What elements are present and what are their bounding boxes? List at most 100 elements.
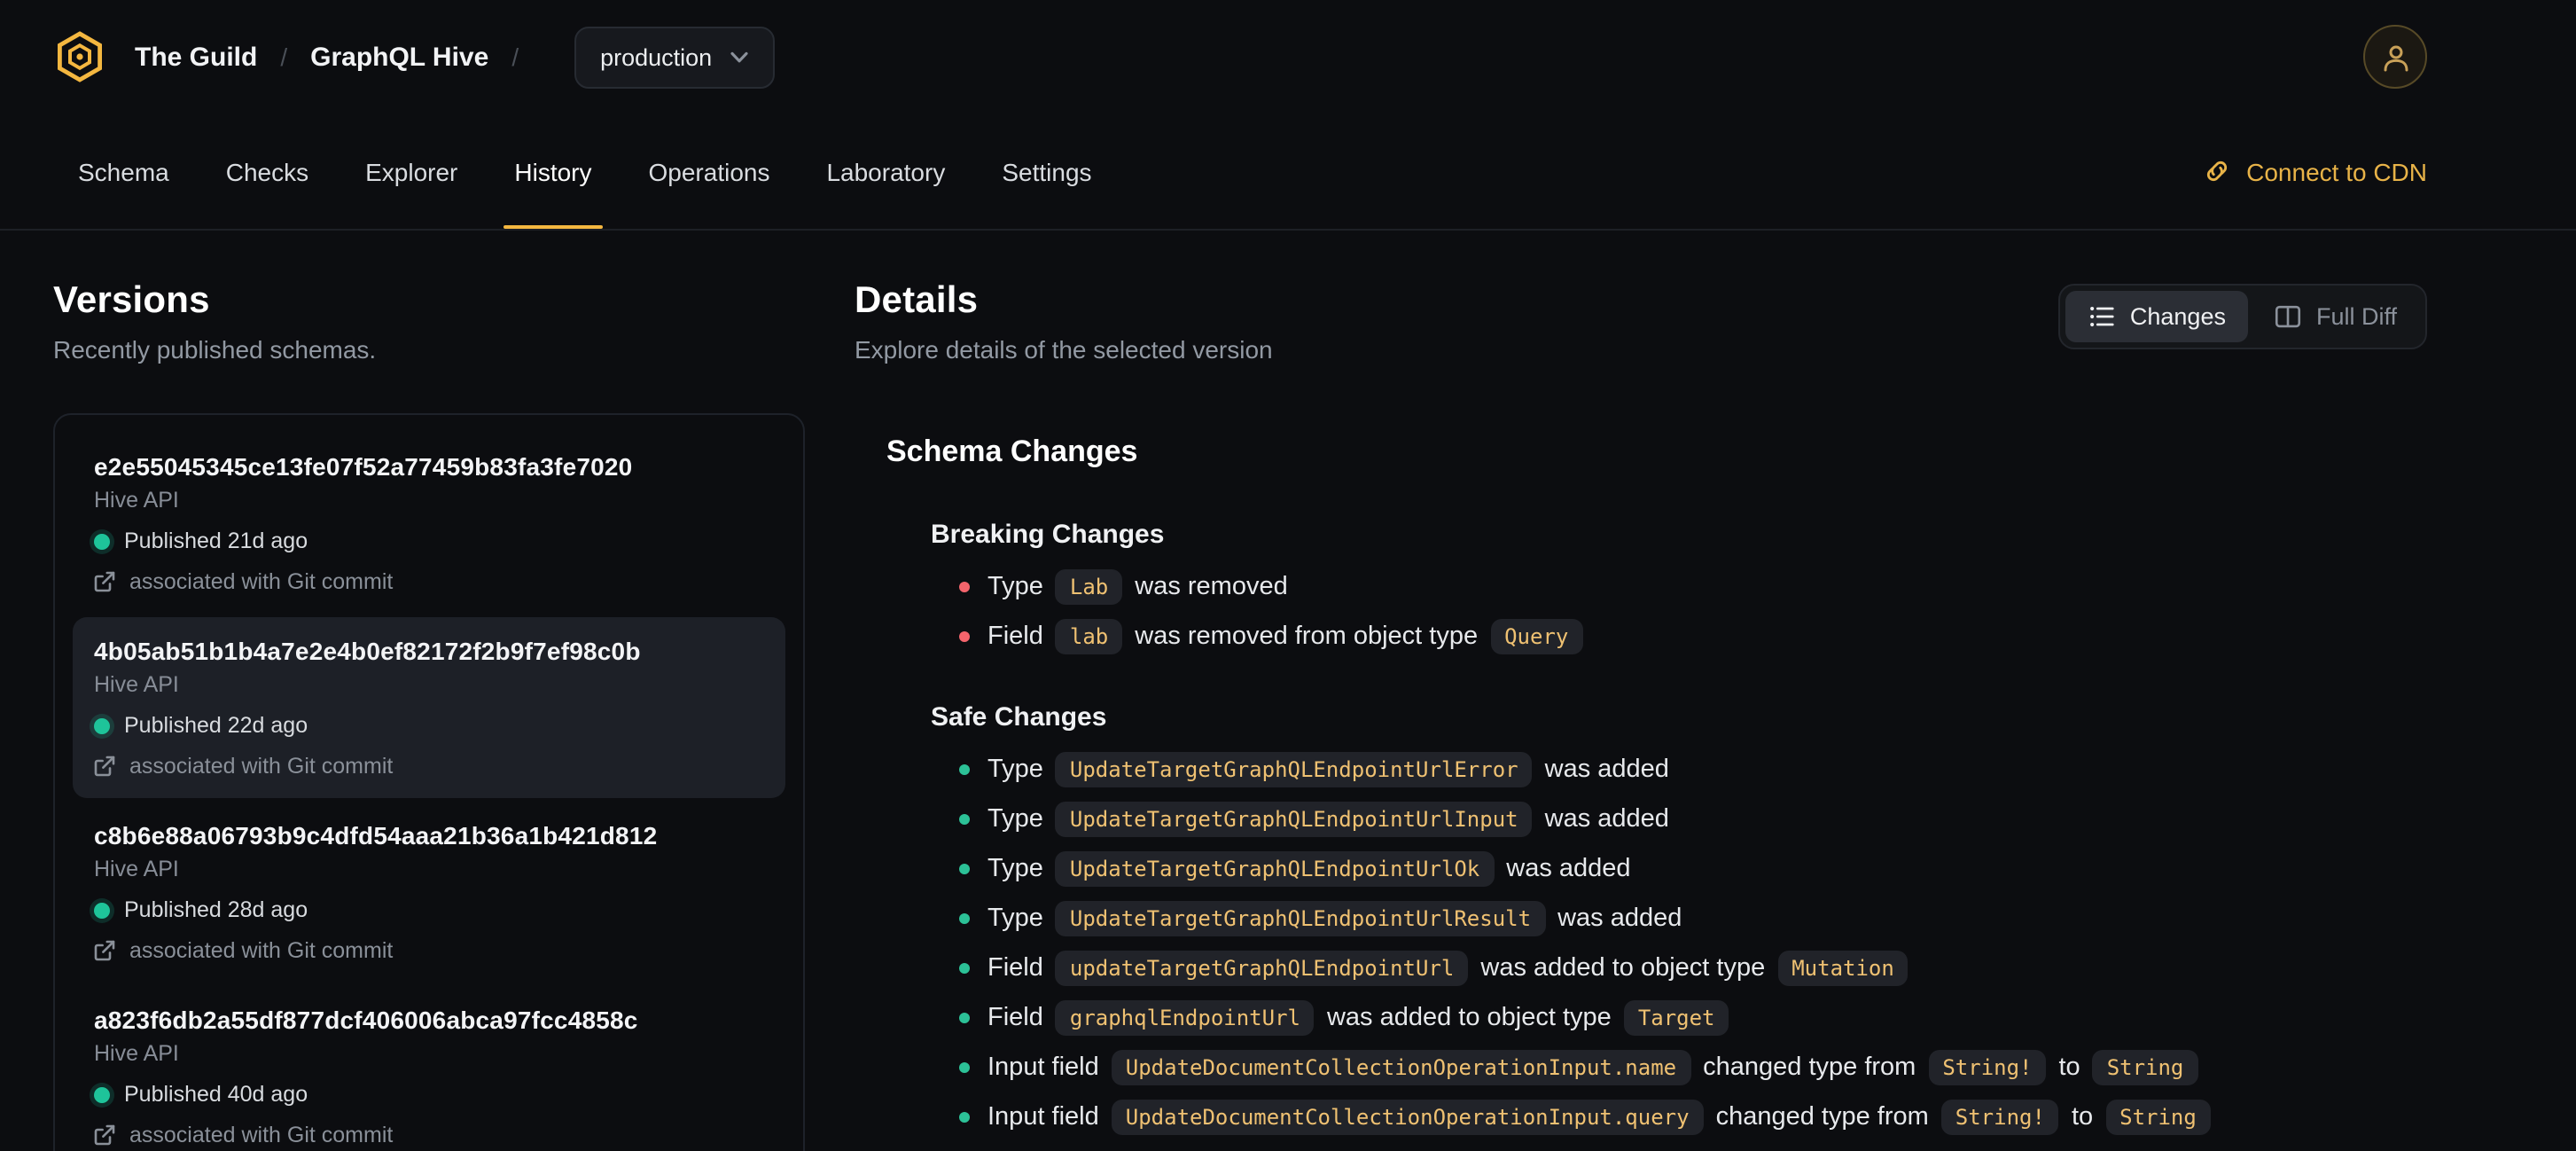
change-text: Field	[987, 1004, 1043, 1032]
columns-icon	[2275, 303, 2302, 330]
schema-coordinate-badge: UpdateTargetGraphQLEndpointUrlResult	[1055, 901, 1546, 936]
list-icon	[2089, 303, 2116, 330]
change-row: Type UpdateTargetGraphQLEndpointUrlError w…	[959, 750, 2427, 789]
chevron-down-icon	[730, 51, 747, 63]
schema-coordinate-badge: updateTargetGraphQLEndpointUrl	[1055, 951, 1469, 986]
change-text: to	[2071, 1103, 2094, 1131]
change-bullet-icon	[959, 1062, 970, 1073]
external-link-icon	[94, 571, 115, 592]
version-hash: a823f6db2a55df877dcf406006abca97fcc4858c	[94, 1006, 638, 1034]
person-icon	[2383, 44, 2408, 71]
change-row: Type UpdateTargetGraphQLEndpointUrlInput w…	[959, 800, 2427, 839]
version-commit: associated with Git commit	[94, 938, 764, 963]
link-icon	[2204, 158, 2230, 184]
hive-logo-icon[interactable]	[53, 30, 106, 83]
version-status: Published 21d ago	[94, 529, 764, 553]
schema-changes: Schema Changes Breaking Changes Type Lab w…	[855, 435, 2427, 1137]
change-description: Type UpdateTargetGraphQLEndpointUrlError w…	[987, 752, 1669, 787]
external-link-icon	[94, 940, 115, 961]
version-status: Published 22d ago	[94, 713, 764, 738]
published-status-dot-icon	[94, 902, 110, 918]
version-hash: e2e55045345ce13fe07f52a77459b83fa3fe7020	[94, 452, 633, 481]
change-text: was removed from object type	[1135, 622, 1479, 651]
change-section: Breaking Changes Type Lab was removed Fiel…	[886, 520, 2427, 656]
schema-coordinate-badge: Query	[1490, 619, 1583, 654]
versions-panel: Versions Recently published schemas. e2e…	[53, 231, 805, 1151]
version-list-item[interactable]: e2e55045345ce13fe07f52a77459b83fa3fe7020…	[73, 433, 785, 614]
schema-coordinate-badge: lab	[1055, 619, 1123, 654]
breadcrumb-project[interactable]: GraphQL Hive	[310, 42, 488, 72]
version-list-item[interactable]: 4b05ab51b1b4a7e2e4b0ef82172f2b9f7ef98c0b…	[73, 617, 785, 798]
version-service: Hive API	[94, 857, 179, 881]
change-text: was added	[1544, 805, 1669, 834]
external-link-icon	[94, 756, 115, 777]
nav-tab-settings[interactable]: Settings	[977, 114, 1116, 229]
nav-tab-label: Operations	[648, 157, 770, 185]
nav-tab-laboratory[interactable]: Laboratory	[801, 114, 970, 229]
change-text: was removed	[1135, 573, 1288, 601]
change-section: Safe Changes Type UpdateTargetGraphQLEndp…	[886, 702, 2427, 1137]
nav-tab-checks[interactable]: Checks	[201, 114, 333, 229]
versions-header: Versions Recently published schemas.	[53, 280, 805, 364]
version-hash: c8b6e88a06793b9c4dfd54aaa21b36a1b421d812	[94, 821, 658, 850]
version-list-item[interactable]: a823f6db2a55df877dcf406006abca97fcc4858c…	[73, 986, 785, 1151]
version-list-item[interactable]: c8b6e88a06793b9c4dfd54aaa21b36a1b421d812…	[73, 802, 785, 983]
version-service: Hive API	[94, 672, 179, 697]
change-bullet-icon	[959, 1013, 970, 1023]
version-hash: 4b05ab51b1b4a7e2e4b0ef82172f2b9f7ef98c0b	[94, 637, 641, 665]
change-row: Field updateTargetGraphQLEndpointUrl was a…	[959, 949, 2427, 988]
breadcrumb-org[interactable]: The Guild	[135, 42, 257, 72]
version-commit: associated with Git commit	[94, 754, 764, 779]
schema-coordinate-badge: UpdateDocumentCollectionOperationInput.q…	[1111, 1100, 1704, 1135]
connect-to-cdn-button[interactable]: Connect to CDN	[2204, 114, 2427, 229]
nav-tab-history[interactable]: History	[489, 114, 616, 229]
schema-coordinate-badge: UpdateTargetGraphQLEndpointUrlOk	[1055, 851, 1495, 887]
change-text: Field	[987, 622, 1043, 651]
nav-tab-label: History	[514, 157, 592, 185]
change-text: was added to object type	[1326, 1004, 1612, 1032]
change-bullet-icon	[959, 1112, 970, 1123]
change-text: Type	[987, 805, 1043, 834]
change-text: was added to object type	[1480, 954, 1766, 983]
change-description: Input field UpdateDocumentCollectionOpera…	[987, 1050, 2198, 1085]
schema-coordinate-badge: String!	[1928, 1050, 2047, 1085]
change-text: Type	[987, 904, 1043, 933]
change-text: Field	[987, 954, 1043, 983]
breadcrumb: The Guild / GraphQL Hive / production	[53, 26, 775, 88]
nav-tab-label: Settings	[1002, 157, 1092, 185]
change-bullet-icon	[959, 764, 970, 775]
breadcrumb-separator: /	[511, 43, 519, 71]
nav-tab-schema[interactable]: Schema	[53, 114, 194, 229]
change-description: Type UpdateTargetGraphQLEndpointUrlResult…	[987, 901, 1682, 936]
published-label: Published 28d ago	[124, 897, 308, 922]
versions-title: Versions	[53, 280, 210, 321]
nav-tabs: Schema Checks Explorer History Operation…	[53, 114, 1117, 229]
schema-coordinate-badge: UpdateDocumentCollectionOperationInput.n…	[1111, 1050, 1691, 1085]
change-row: Type UpdateTargetGraphQLEndpointUrlResult…	[959, 899, 2427, 938]
nav-tab-operations[interactable]: Operations	[624, 114, 795, 229]
full-diff-toggle-button[interactable]: Full Diff	[2252, 291, 2420, 342]
change-description: Field graphqlEndpointUrl was added to obje…	[987, 1000, 1729, 1036]
target-selector-dropdown[interactable]: production	[574, 26, 775, 88]
schema-coordinate-badge: Mutation	[1777, 951, 1909, 986]
change-row: Field graphqlEndpointUrl was added to obje…	[959, 998, 2427, 1037]
details-subtitle: Explore details of the selected version	[855, 335, 1273, 364]
user-avatar[interactable]	[2363, 25, 2427, 89]
change-text: was added	[1506, 855, 1631, 883]
commit-label: associated with Git commit	[129, 569, 394, 594]
connect-to-cdn-label: Connect to CDN	[2246, 157, 2427, 185]
change-description: Field updateTargetGraphQLEndpointUrl was a…	[987, 951, 1909, 986]
nav-tab-explorer[interactable]: Explorer	[340, 114, 482, 229]
change-row: Input field UpdateDocumentCollectionOpera…	[959, 1098, 2427, 1137]
change-text: Type	[987, 573, 1043, 601]
change-text: Input field	[987, 1053, 1099, 1082]
published-label: Published 21d ago	[124, 529, 308, 553]
change-description: Input field UpdateDocumentCollectionOpera…	[987, 1100, 2211, 1135]
change-section-title: Breaking Changes	[931, 520, 1165, 550]
published-status-dot-icon	[94, 1086, 110, 1102]
changes-toggle-button[interactable]: Changes	[2065, 291, 2249, 342]
change-row: Input field UpdateDocumentCollectionOpera…	[959, 1048, 2427, 1087]
schema-coordinate-badge: UpdateTargetGraphQLEndpointUrlError	[1055, 752, 1533, 787]
target-selector-value: production	[600, 43, 713, 70]
commit-label: associated with Git commit	[129, 754, 394, 779]
